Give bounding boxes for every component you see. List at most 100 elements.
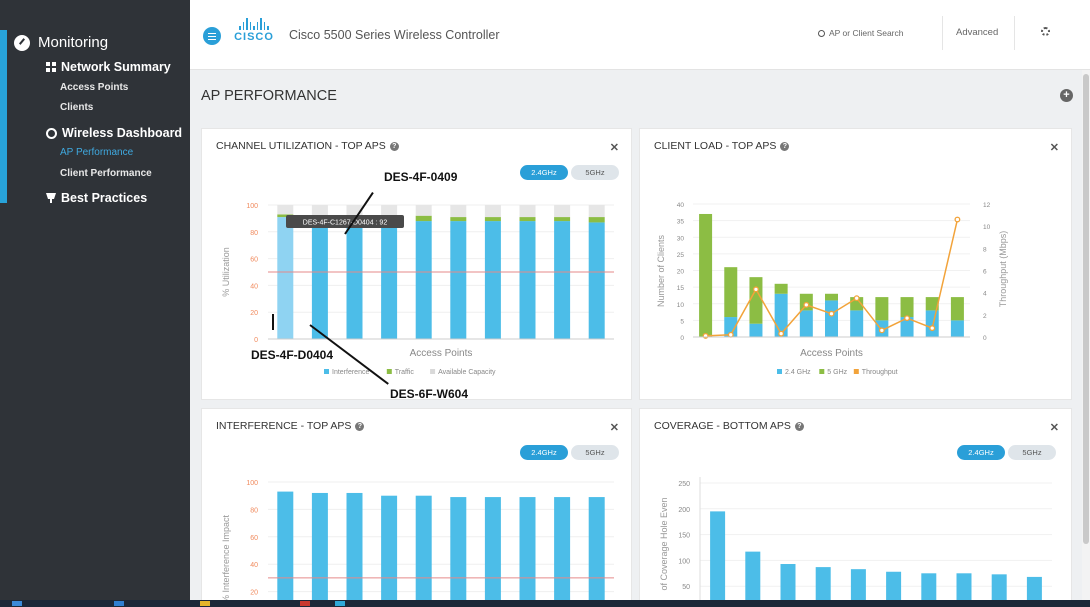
taskbar: [0, 600, 1090, 607]
bar: [415, 495, 432, 607]
bar-segment-2-4-ghz: [774, 293, 788, 337]
legend-label: Traffic: [395, 369, 415, 376]
sidebar-item-client-performance[interactable]: Client Performance: [60, 168, 152, 179]
throughput-point: [828, 310, 835, 317]
bar-segment-2-4-ghz: [825, 300, 838, 337]
bar-segment-interference: [519, 221, 536, 339]
y2-tick-label: 12: [983, 202, 991, 209]
legend-swatch: [853, 369, 859, 374]
bar: [710, 511, 726, 607]
legend-swatch: [777, 369, 782, 374]
sidebar-item-access-points[interactable]: Access Points: [60, 82, 128, 93]
interference-panel: INTERFERENCE - TOP APS ? ✕ 2.4GHz 5GHz 2…: [201, 408, 632, 607]
bar-segment-traffic: [450, 217, 467, 222]
divider: [942, 16, 943, 50]
legend-label: 5 GHz: [827, 369, 847, 376]
y-tick-label: 20: [250, 310, 258, 317]
coverage-chart: 50 100 150 200 250 of Coverage Hole Even: [659, 477, 1052, 607]
bar: [381, 495, 398, 607]
taskbar-app-icon[interactable]: [335, 601, 345, 606]
bar-segment-interference: [450, 221, 467, 339]
sidebar-item-wireless-dashboard[interactable]: Wireless Dashboard: [46, 126, 182, 140]
taskbar-app-icon[interactable]: [200, 601, 210, 606]
bar-segment-2-4-ghz: [749, 323, 763, 337]
y-tick-label: 20: [250, 590, 258, 597]
y-axis-label: Number of Clients: [656, 234, 666, 307]
scrollbar[interactable]: [1082, 70, 1090, 600]
y-tick-label: 200: [678, 507, 690, 514]
client-load-panel: CLIENT LOAD - TOP APS ? ✕ 0 5 10 15 20 25 30 35…: [639, 128, 1072, 400]
bar-segment-interference: [381, 219, 398, 339]
logo-text: CISCO: [234, 31, 274, 43]
y-tick-label: 50: [682, 584, 690, 591]
trophy-icon: [46, 192, 56, 204]
bar-segment-5-ghz: [724, 267, 738, 318]
gear-icon[interactable]: [1041, 27, 1050, 36]
advanced-button[interactable]: Advanced: [956, 27, 998, 38]
bar: [450, 497, 467, 607]
annotation-label: DES-6F-W604: [390, 387, 469, 401]
menu-button[interactable]: [203, 27, 221, 45]
y-tick-label: 100: [678, 558, 690, 565]
taskbar-app-icon[interactable]: [300, 601, 310, 606]
taskbar-app-icon[interactable]: [114, 601, 124, 606]
bar-segment-traffic: [554, 217, 571, 222]
y-tick-label: 80: [250, 230, 258, 237]
bar-segment-interference: [415, 221, 432, 339]
sidebar-item-network-summary[interactable]: Network Summary: [46, 60, 171, 74]
bar-segment-available-capacity: [519, 205, 536, 218]
y-tick-label: 0: [254, 337, 258, 344]
bar: [346, 492, 363, 607]
throughput-point: [904, 315, 910, 322]
y2-tick-label: 2: [983, 313, 987, 320]
annotation-label: DES-4F-0409: [384, 170, 458, 184]
y-tick-label: 80: [250, 507, 258, 514]
sidebar-item-monitoring[interactable]: Monitoring: [14, 34, 108, 51]
throughput-point: [727, 331, 734, 338]
y-tick-label: 5: [680, 318, 684, 325]
bar-segment-available-capacity: [588, 205, 605, 218]
tooltip-text: DES-4F-C1267-D0404 : 92: [303, 220, 388, 227]
bar-segment-traffic: [519, 217, 536, 222]
bar-segment-2-4-ghz: [850, 310, 864, 337]
legend-label: Available Capacity: [438, 369, 496, 376]
legend-swatch: [819, 369, 825, 374]
y-tick-label: 20: [677, 269, 685, 276]
sidebar-item-ap-performance[interactable]: AP Performance: [60, 147, 133, 158]
bar-segment-available-capacity: [554, 205, 571, 218]
y-tick-label: 35: [677, 219, 685, 226]
bar: [277, 491, 294, 607]
throughput-point: [853, 295, 860, 302]
page-title: AP PERFORMANCE: [201, 88, 337, 104]
add-widget-icon[interactable]: +: [1060, 89, 1073, 102]
coverage-panel: COVERAGE - BOTTOM APS ? ✕ 2.4GHz 5GHz 50…: [639, 408, 1072, 607]
legend-label: Interference: [332, 369, 369, 376]
y-tick-label: 25: [677, 252, 685, 259]
legend-swatch: [430, 369, 436, 374]
sidebar-item-label: Network Summary: [61, 60, 171, 74]
y-tick-label: 40: [250, 562, 258, 569]
bar: [519, 497, 536, 607]
y2-tick-label: 0: [983, 335, 987, 342]
bar-segment-available-capacity: [381, 205, 398, 216]
search-box[interactable]: AP or Client Search: [818, 28, 904, 38]
y-tick-label: 250: [678, 481, 690, 488]
top-bar: CISCO Cisco 5500 Series Wireless Control…: [190, 0, 1090, 70]
bar-segment-interference: [277, 217, 294, 339]
divider: [1014, 16, 1015, 50]
y-tick-label: 15: [677, 285, 685, 292]
bar-segment-5-ghz: [825, 293, 838, 301]
sidebar-item-clients[interactable]: Clients: [60, 102, 93, 113]
bar-segment-available-capacity: [311, 205, 328, 216]
y2-axis-label: Throughput (Mbps): [998, 231, 1008, 308]
start-icon[interactable]: [12, 601, 22, 606]
bar-segment-traffic: [484, 217, 501, 222]
y-tick-label: 10: [677, 302, 685, 309]
sidebar-item-best-practices[interactable]: Best Practices: [46, 191, 147, 205]
app-title: Cisco 5500 Series Wireless Controller: [289, 28, 500, 42]
throughput-point: [702, 332, 709, 339]
bar-segment-2-4-ghz: [925, 310, 939, 337]
y2-tick-label: 6: [983, 269, 987, 276]
scrollbar-thumb[interactable]: [1083, 74, 1089, 544]
search-icon: [818, 29, 825, 37]
